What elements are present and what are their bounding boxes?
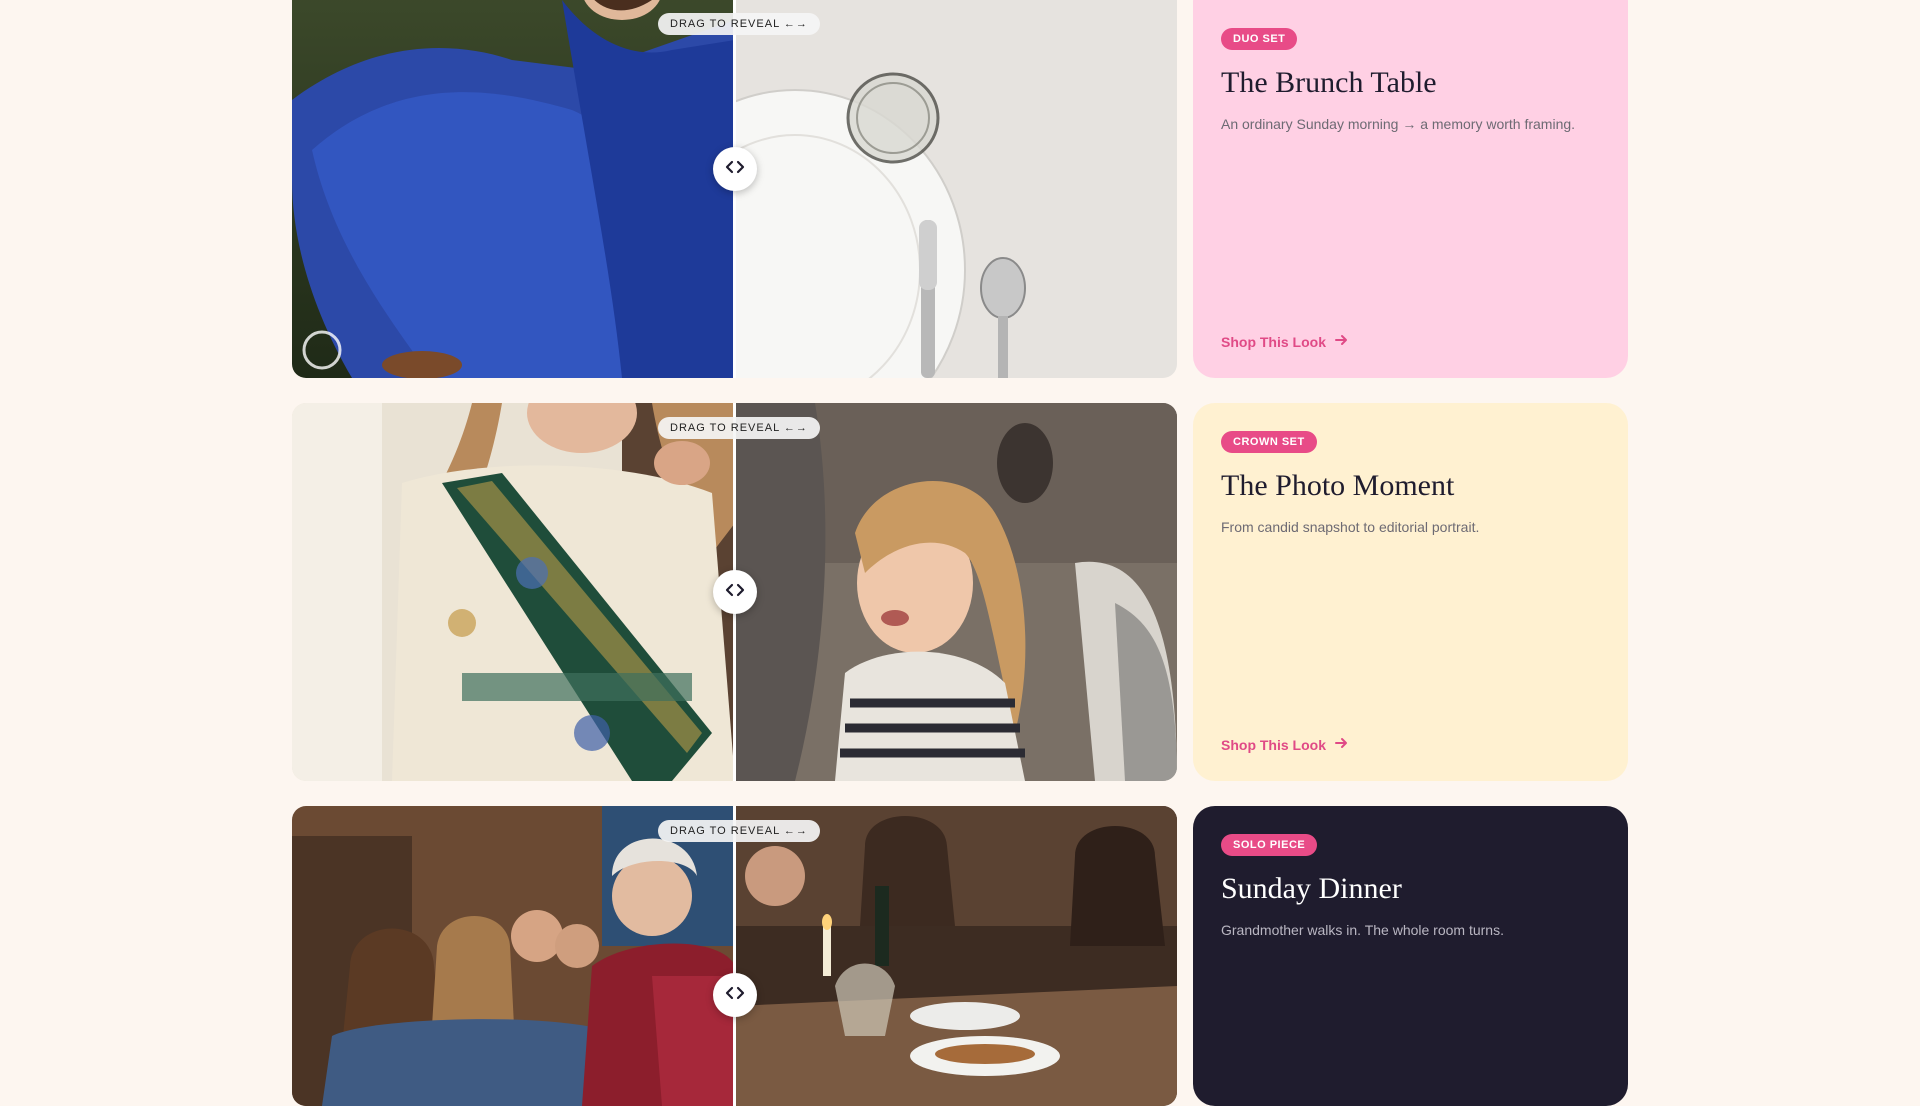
before-after-slider[interactable]: DRAG TO REVEAL ←→: [292, 806, 1177, 1106]
chevron-left-right-icon: [725, 986, 745, 1005]
shop-this-look-link[interactable]: Shop This Look: [1221, 333, 1348, 350]
look-card-photo-moment: CROWN SET The Photo Moment From candid s…: [1193, 403, 1628, 781]
look-description: An ordinary Sunday morning → a memory wo…: [1221, 116, 1576, 132]
look-row-brunch-table: DRAG TO REVEAL ←→ DUO SET The Brunch Tab…: [292, 0, 1628, 378]
arrow-right-icon: [1334, 736, 1348, 753]
chevron-left-right-icon: [725, 160, 745, 179]
set-badge: CROWN SET: [1221, 431, 1317, 453]
chevron-left-right-icon: [725, 583, 745, 602]
look-title: The Brunch Table: [1221, 66, 1437, 99]
look-title: The Photo Moment: [1221, 469, 1455, 502]
shop-this-look-link[interactable]: Shop This Look: [1221, 736, 1348, 753]
set-badge: DUO SET: [1221, 28, 1298, 50]
before-image-laughing-girl: [735, 403, 1177, 781]
drag-to-reveal-label: DRAG TO REVEAL ←→: [658, 13, 820, 35]
before-image-table-setting: [624, 0, 1177, 378]
look-title: Sunday Dinner: [1221, 872, 1402, 905]
drag-to-reveal-label: DRAG TO REVEAL ←→: [658, 820, 820, 842]
look-row-photo-moment: DRAG TO REVEAL ←→ CROWN SET The Photo Mo…: [292, 403, 1628, 781]
shop-this-look-label: Shop This Look: [1221, 736, 1326, 753]
look-card-sunday-dinner: SOLO PIECE Sunday Dinner Grandmother wal…: [1193, 806, 1628, 1106]
slider-handle[interactable]: [713, 973, 757, 1017]
before-after-slider[interactable]: DRAG TO REVEAL ←→: [292, 403, 1177, 781]
shop-this-look-label: Shop This Look: [1221, 333, 1326, 350]
slider-handle[interactable]: [713, 147, 757, 191]
set-badge: SOLO PIECE: [1221, 834, 1318, 856]
after-image-embroidered-dress: [292, 403, 735, 781]
drag-to-reveal-label: DRAG TO REVEAL ←→: [658, 417, 820, 439]
arrow-right-icon: [1334, 333, 1348, 350]
before-image-family-dinner: [735, 806, 1177, 1106]
slider-handle[interactable]: [713, 570, 757, 614]
look-description: From candid snapshot to editorial portra…: [1221, 519, 1480, 535]
after-image-grandmother-cape: [292, 806, 735, 1106]
slider-divider-line[interactable]: [733, 806, 736, 1106]
look-card-brunch-table: DUO SET The Brunch Table An ordinary Sun…: [1193, 0, 1628, 378]
before-after-slider[interactable]: DRAG TO REVEAL ←→: [292, 0, 1177, 378]
look-row-sunday-dinner: DRAG TO REVEAL ←→ SOLO PIECE Sunday Dinn…: [292, 806, 1628, 1106]
after-image-blue-gown: [292, 0, 735, 378]
look-description: Grandmother walks in. The whole room tur…: [1221, 922, 1504, 938]
